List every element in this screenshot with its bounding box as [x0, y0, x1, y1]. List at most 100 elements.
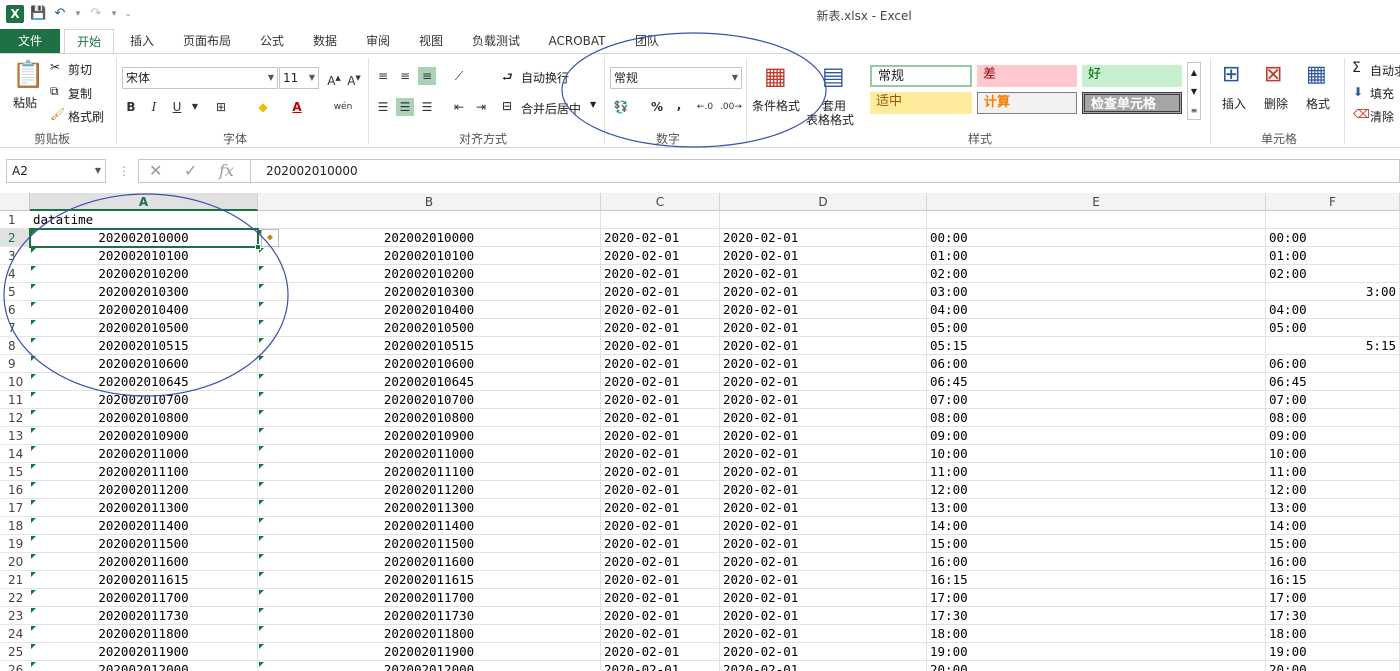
clear-button[interactable]: 清除: [1370, 108, 1394, 125]
cell-a[interactable]: 202002010645: [30, 373, 258, 391]
cell-c[interactable]: 2020-02-01: [601, 661, 720, 671]
align-left-icon[interactable]: ☰: [374, 98, 392, 116]
insert-cells-button[interactable]: 插入: [1222, 95, 1246, 112]
fill-button[interactable]: 填充: [1370, 85, 1394, 102]
cell-a[interactable]: 202002011900: [30, 643, 258, 661]
style-neutral[interactable]: 适中: [870, 92, 972, 114]
cell-a[interactable]: 202002010515: [30, 337, 258, 355]
cell-a[interactable]: 202002010700: [30, 391, 258, 409]
cell-e[interactable]: 11:00: [927, 463, 1266, 481]
cell-f[interactable]: 08:00: [1266, 409, 1400, 427]
cell-d[interactable]: 2020-02-01: [720, 517, 927, 535]
font-name-select[interactable]: 宋体 ▼: [122, 67, 278, 89]
column-header-F[interactable]: F: [1266, 193, 1400, 211]
cell-c[interactable]: 2020-02-01: [601, 571, 720, 589]
row-header[interactable]: 1: [0, 211, 30, 229]
cell-f[interactable]: 19:00: [1266, 643, 1400, 661]
row-header[interactable]: 15: [0, 463, 30, 481]
cell-e[interactable]: 17:30: [927, 607, 1266, 625]
cell-e[interactable]: 05:15: [927, 337, 1266, 355]
cell-f[interactable]: [1266, 211, 1400, 229]
cell-a[interactable]: 202002011800: [30, 625, 258, 643]
row-header[interactable]: 21: [0, 571, 30, 589]
cell-e[interactable]: [927, 211, 1266, 229]
cell-b[interactable]: 202002010800: [258, 409, 601, 427]
cell-f[interactable]: 3:00: [1266, 283, 1400, 301]
format-painter-icon[interactable]: 🖌: [50, 107, 65, 121]
cell-c[interactable]: 2020-02-01: [601, 463, 720, 481]
cell-c[interactable]: 2020-02-01: [601, 427, 720, 445]
conditional-format-button[interactable]: 条件格式: [752, 97, 800, 114]
row-header[interactable]: 16: [0, 481, 30, 499]
cell-d[interactable]: 2020-02-01: [720, 355, 927, 373]
name-box[interactable]: A2 ▼: [6, 159, 106, 183]
cell-c[interactable]: 2020-02-01: [601, 481, 720, 499]
cell-a[interactable]: 202002010300: [30, 283, 258, 301]
format-painter-button[interactable]: 格式刷: [68, 108, 104, 125]
copy-icon[interactable]: ⧉: [50, 84, 59, 99]
comma-button[interactable]: ,: [670, 96, 688, 114]
cell-d[interactable]: 2020-02-01: [720, 283, 927, 301]
cell-b[interactable]: 202002011800: [258, 625, 601, 643]
cell-f[interactable]: 06:45: [1266, 373, 1400, 391]
cell-a[interactable]: 202002010400: [30, 301, 258, 319]
orientation-icon[interactable]: ⟋: [450, 67, 468, 85]
eraser-icon[interactable]: ⌫: [1353, 107, 1370, 121]
column-header-D[interactable]: D: [720, 193, 927, 211]
undo-dropdown-icon[interactable]: ▾: [74, 6, 82, 22]
cell-c[interactable]: 2020-02-01: [601, 553, 720, 571]
tab-insert[interactable]: 插入: [122, 29, 162, 54]
style-check-cell[interactable]: 检查单元格: [1082, 92, 1182, 114]
cell-f[interactable]: 5:15: [1266, 337, 1400, 355]
row-header[interactable]: 20: [0, 553, 30, 571]
row-header[interactable]: 9: [0, 355, 30, 373]
row-header[interactable]: 4: [0, 265, 30, 283]
cell-d[interactable]: 2020-02-01: [720, 589, 927, 607]
row-header[interactable]: 10: [0, 373, 30, 391]
cell-b[interactable]: 202002011700: [258, 589, 601, 607]
cell-f[interactable]: 17:00: [1266, 589, 1400, 607]
cell-f[interactable]: 06:00: [1266, 355, 1400, 373]
cell-f[interactable]: 10:00: [1266, 445, 1400, 463]
row-header[interactable]: 12: [0, 409, 30, 427]
row-header[interactable]: 8: [0, 337, 30, 355]
style-normal[interactable]: 常规: [870, 65, 972, 87]
cell-d[interactable]: 2020-02-01: [720, 607, 927, 625]
tab-review[interactable]: 审阅: [358, 29, 398, 54]
row-header[interactable]: 19: [0, 535, 30, 553]
cell-d[interactable]: 2020-02-01: [720, 661, 927, 671]
decrease-indent-icon[interactable]: ⇤: [450, 98, 468, 116]
cell-c[interactable]: 2020-02-01: [601, 319, 720, 337]
increase-decimal-icon[interactable]: ←.0: [696, 98, 714, 116]
font-color-icon[interactable]: A: [288, 98, 306, 116]
cell-d[interactable]: 2020-02-01: [720, 445, 927, 463]
cell-e[interactable]: 12:00: [927, 481, 1266, 499]
cell-f[interactable]: 13:00: [1266, 499, 1400, 517]
cell-e[interactable]: 16:15: [927, 571, 1266, 589]
cell-a[interactable]: 202002011000: [30, 445, 258, 463]
cell-f[interactable]: 16:00: [1266, 553, 1400, 571]
column-header-E[interactable]: E: [927, 193, 1266, 211]
cell-b[interactable]: 202002010100: [258, 247, 601, 265]
delete-cells-icon[interactable]: ⊠: [1264, 62, 1282, 87]
cut-icon[interactable]: ✂: [50, 60, 60, 74]
cell-f[interactable]: 09:00: [1266, 427, 1400, 445]
cell-f[interactable]: 05:00: [1266, 319, 1400, 337]
wrap-text-button[interactable]: 自动换行: [521, 69, 569, 86]
cell-b[interactable]: 202002010645: [258, 373, 601, 391]
row-header[interactable]: 11: [0, 391, 30, 409]
font-size-select[interactable]: 11 ▼: [279, 67, 319, 89]
paste-button[interactable]: 粘贴: [13, 94, 37, 111]
cell-d[interactable]: 2020-02-01: [720, 337, 927, 355]
cell-e[interactable]: 16:00: [927, 553, 1266, 571]
row-header[interactable]: 13: [0, 427, 30, 445]
row-header[interactable]: 26: [0, 661, 30, 671]
cell-b[interactable]: [258, 211, 601, 229]
cell-a[interactable]: 202002011730: [30, 607, 258, 625]
cell-d[interactable]: 2020-02-01: [720, 553, 927, 571]
tab-view[interactable]: 视图: [411, 29, 451, 54]
merge-center-button[interactable]: 合并后居中: [521, 100, 581, 117]
cell-d[interactable]: 2020-02-01: [720, 409, 927, 427]
cell-a[interactable]: 202002010000: [30, 229, 258, 247]
format-as-table-line2[interactable]: 表格格式: [806, 111, 854, 128]
